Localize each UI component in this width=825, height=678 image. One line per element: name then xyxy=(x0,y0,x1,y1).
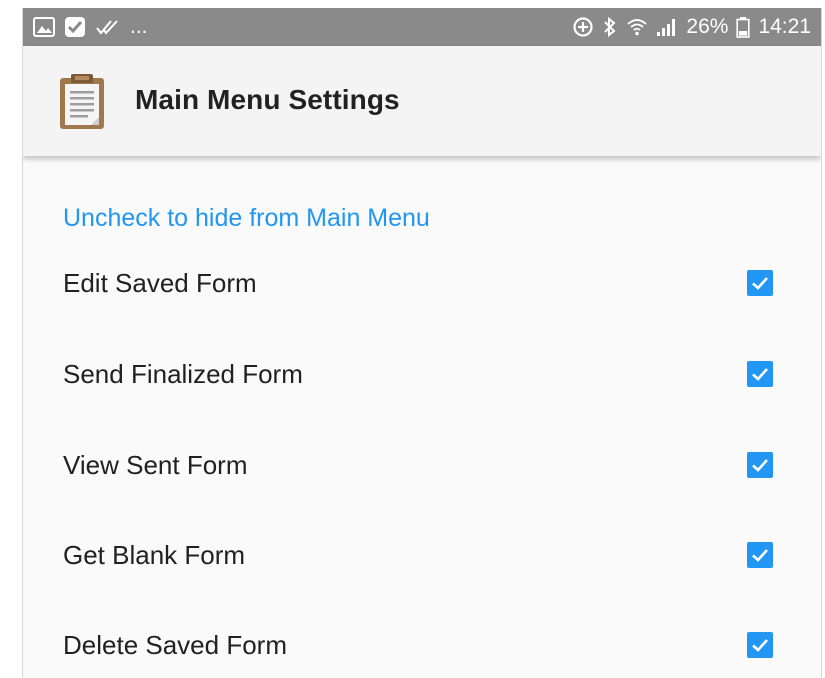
app-bar: Main Menu Settings xyxy=(23,46,821,156)
preference-send-finalized-form[interactable]: Send Finalized Form xyxy=(23,329,821,419)
checkbox-view-sent-form[interactable] xyxy=(747,452,773,478)
preference-view-sent-form[interactable]: View Sent Form xyxy=(23,420,821,510)
preference-label: Get Blank Form xyxy=(63,540,246,570)
status-bar-notifications: ... xyxy=(33,15,148,39)
check-icon xyxy=(752,549,768,562)
status-bar-system: 26% 14:21 xyxy=(572,15,811,39)
status-bar: ... 26% 14:21 xyxy=(23,8,821,46)
clipboard-icon xyxy=(59,74,105,130)
check-icon xyxy=(752,277,768,290)
phone-screen: ... 26% 14:21 Main Menu Settings Uncheck… xyxy=(22,8,822,678)
checkbox-send-finalized-form[interactable] xyxy=(747,361,773,387)
preferences-list: Uncheck to hide from Main Menu Edit Save… xyxy=(23,156,821,678)
notification-overflow: ... xyxy=(130,15,148,38)
checkbox-edit-saved-form[interactable] xyxy=(747,270,773,296)
check-icon xyxy=(752,459,768,472)
preference-label: Delete Saved Form xyxy=(63,630,287,660)
shield-check-icon xyxy=(64,16,86,38)
checkbox-get-blank-form[interactable] xyxy=(747,542,773,568)
battery-icon xyxy=(736,16,751,38)
check-icon xyxy=(752,368,768,381)
preference-get-blank-form[interactable]: Get Blank Form xyxy=(23,510,821,600)
preference-edit-saved-form[interactable]: Edit Saved Form xyxy=(23,238,821,328)
check-icon xyxy=(752,639,768,652)
signal-icon xyxy=(656,17,678,37)
battery-percent: 26% xyxy=(686,15,729,38)
clock: 14:21 xyxy=(758,15,811,38)
data-saver-icon xyxy=(572,16,594,38)
preference-label: View Sent Form xyxy=(63,450,248,480)
checkbox-delete-saved-form[interactable] xyxy=(747,632,773,658)
page-title: Main Menu Settings xyxy=(135,84,400,115)
preference-category-title: Uncheck to hide from Main Menu xyxy=(63,204,430,232)
preference-label: Edit Saved Form xyxy=(63,268,257,298)
double-check-icon xyxy=(95,17,121,37)
wifi-icon xyxy=(626,17,648,37)
preference-label: Send Finalized Form xyxy=(63,359,303,389)
preference-delete-saved-form[interactable]: Delete Saved Form xyxy=(23,600,821,678)
bluetooth-icon xyxy=(602,16,618,38)
image-icon xyxy=(33,17,55,37)
